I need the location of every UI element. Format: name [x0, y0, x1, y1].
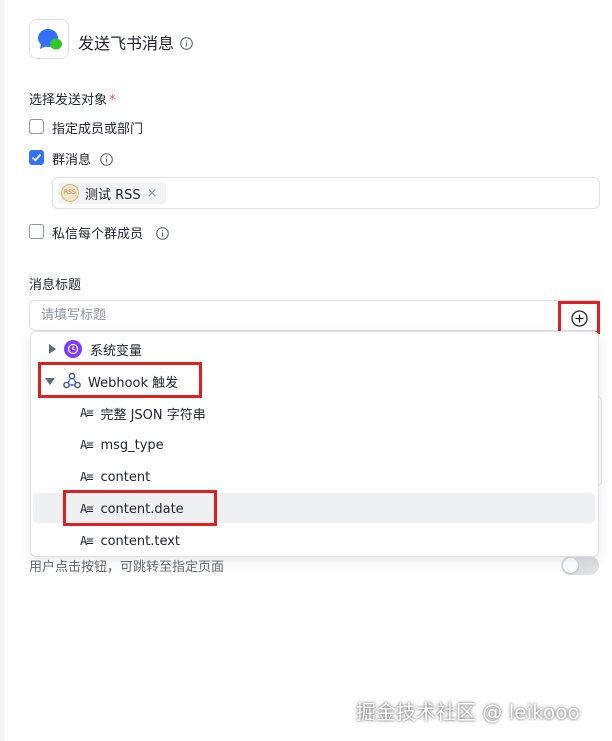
feishu-message-icon	[29, 19, 69, 59]
message-title-label: 消息标题	[29, 278, 82, 293]
remove-tag-icon[interactable]: ×	[147, 186, 158, 201]
plus-circle-icon	[571, 310, 588, 327]
tree-node-label: 系统变量	[90, 343, 143, 359]
variable-item-selected[interactable]: A≡ content.date	[80, 493, 184, 525]
dm-members-checkbox[interactable]	[29, 224, 44, 239]
message-title-input[interactable]	[29, 300, 600, 331]
group-select[interactable]: RSS 测试 RSS ×	[52, 177, 600, 209]
members-checkbox[interactable]	[29, 119, 44, 134]
text-type-icon: A≡	[80, 534, 93, 548]
text-type-icon: A≡	[80, 502, 93, 516]
variable-item[interactable]: A≡ 完整 JSON 字符串	[80, 397, 206, 429]
insert-variable-button[interactable]	[558, 301, 600, 334]
jump-toggle[interactable]	[561, 556, 599, 575]
variable-item[interactable]: A≡ content.text	[80, 525, 180, 557]
webhook-icon	[63, 372, 81, 389]
info-icon[interactable]	[100, 151, 113, 166]
tree-node-label: Webhook 触发	[88, 375, 179, 391]
recipients-label: 选择发送对象 *	[29, 93, 116, 108]
text-type-icon: A≡	[80, 438, 93, 452]
page-title: 发送飞书消息	[78, 34, 175, 53]
group-avatar: RSS	[61, 184, 79, 202]
group-tag: RSS 测试 RSS ×	[58, 182, 166, 204]
dm-members-label: 私信每个群成员	[52, 227, 144, 242]
caret-right-icon	[49, 344, 56, 354]
watermark: 掘金技术社区 @ leikooo	[356, 700, 580, 724]
hint-text: 用户点击按钮，可跳转至指定页面	[29, 560, 225, 575]
variable-item[interactable]: A≡ msg_type	[80, 429, 164, 461]
info-icon[interactable]	[180, 35, 193, 50]
text-type-icon: A≡	[80, 406, 93, 420]
info-icon[interactable]	[156, 225, 169, 240]
members-option-label: 指定成员或部门	[52, 122, 144, 137]
text-type-icon: A≡	[80, 470, 93, 484]
clock-icon	[64, 340, 82, 358]
group-message-checkbox[interactable]	[29, 150, 44, 165]
left-border	[0, 0, 5, 741]
group-tag-label: 测试 RSS	[85, 187, 141, 203]
tree-node-system-vars[interactable]: 系统变量	[46, 333, 142, 365]
caret-down-icon	[45, 378, 55, 385]
variable-item[interactable]: A≡ content	[80, 461, 150, 493]
tree-node-webhook[interactable]: Webhook 触发	[44, 365, 178, 397]
group-message-label: 群消息	[52, 153, 92, 168]
